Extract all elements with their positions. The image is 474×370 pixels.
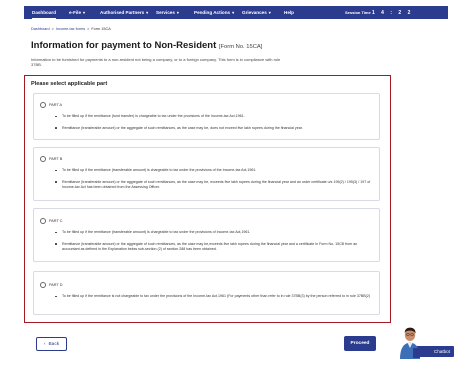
- nav-dashboard[interactable]: Dashboard: [32, 6, 56, 19]
- page-title-text: Information for payment to Non-Resident: [31, 40, 217, 51]
- part-b-card[interactable]: PART B To be filled up if the remittance…: [33, 147, 380, 201]
- nav-e-file[interactable]: e-File ▾: [69, 6, 85, 19]
- part-c-bullets: To be filled up if the remittance (trans…: [54, 230, 371, 258]
- nav-grievances[interactable]: Grievances ▾: [242, 6, 271, 19]
- chatbot-avatar-icon[interactable]: [398, 326, 422, 359]
- proceed-button[interactable]: Proceed: [344, 336, 376, 351]
- list-item: To be filled up if the remittance (trans…: [54, 168, 371, 173]
- part-c-card[interactable]: PART C To be filled up if the remittance…: [33, 208, 380, 262]
- breadcrumb-current: Form 15CA: [91, 27, 111, 31]
- breadcrumb-separator: >: [51, 27, 54, 31]
- part-a-label: PART A: [49, 103, 63, 107]
- breadcrumb-dashboard[interactable]: Dashboard: [31, 27, 50, 31]
- list-item: To be filled up if the remittance (trans…: [54, 230, 371, 235]
- panel-heading: Please select applicable part: [31, 81, 108, 87]
- list-item: To be filled up if the remittance (fund …: [54, 114, 371, 119]
- breadcrumb: Dashboard > Income-tax forms > Form 15CA: [31, 27, 111, 31]
- part-d-label: PART D: [49, 283, 63, 287]
- part-a-card[interactable]: PART A To be filled up if the remittance…: [33, 93, 380, 140]
- back-button-label: Back: [48, 341, 60, 347]
- nav-authorised-partners[interactable]: Authorised Partners ▾: [100, 6, 148, 19]
- top-navbar: Dashboard e-File ▾ Authorised Partners ▾ S…: [24, 6, 448, 19]
- list-item: Remittance (transferable amount) or the …: [54, 126, 371, 131]
- part-a-radio[interactable]: [40, 102, 46, 108]
- list-item: Remittance (transferable amount) or the …: [54, 180, 371, 190]
- back-button[interactable]: ‹ Back: [36, 337, 67, 351]
- part-b-label: PART B: [49, 157, 63, 161]
- part-selection-panel: Please select applicable part PART A To …: [24, 75, 391, 323]
- part-c-radio[interactable]: [40, 218, 46, 224]
- part-a-bullets: To be filled up if the remittance (fund …: [54, 114, 371, 138]
- chevron-left-icon: ‹: [43, 341, 46, 347]
- session-time-value: 1 4 : 2 2: [372, 9, 413, 16]
- nav-services[interactable]: Services ▾: [156, 6, 179, 19]
- part-b-bullets: To be filled up if the remittance (trans…: [54, 168, 371, 196]
- list-item: To be filled up if the remittance is not…: [54, 294, 371, 299]
- nav-help[interactable]: Help: [284, 6, 294, 19]
- chevron-down-icon: ▾: [83, 10, 86, 15]
- part-b-radio[interactable]: [40, 156, 46, 162]
- session-time-label: Session Time: [345, 10, 371, 15]
- part-d-bullets: To be filled up if the remittance is not…: [54, 294, 371, 306]
- form-number: [Form No. 15CA]: [218, 44, 263, 50]
- breadcrumb-separator: >: [87, 27, 90, 31]
- part-d-card[interactable]: PART D To be filled up if the remittance…: [33, 271, 380, 315]
- chatbot-widget[interactable]: Chatbot: [398, 326, 456, 360]
- part-d-radio[interactable]: [40, 282, 46, 288]
- chevron-down-icon: ▾: [268, 10, 271, 15]
- chevron-down-icon: ▾: [146, 10, 149, 15]
- breadcrumb-income-tax-forms[interactable]: Income-tax forms: [56, 27, 85, 31]
- chevron-down-icon: ▾: [232, 10, 235, 15]
- nav-pending-actions[interactable]: Pending Actions ▾: [194, 6, 234, 19]
- list-item: Remittance (transferable amount) or the …: [54, 242, 371, 252]
- chevron-down-icon: ▾: [176, 10, 179, 15]
- part-c-label: PART C: [49, 219, 63, 223]
- page-title: Information for payment to Non-Resident …: [31, 40, 262, 51]
- page-subtitle: Information to be furnished for payments…: [31, 57, 281, 68]
